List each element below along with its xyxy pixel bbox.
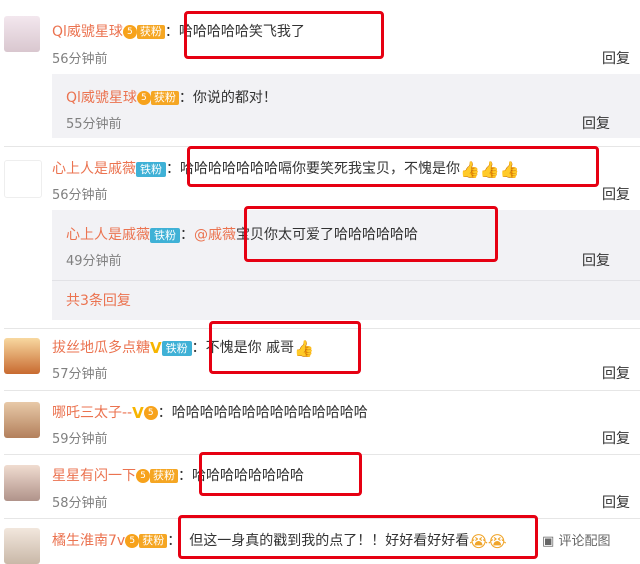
- username[interactable]: Ql威號星球: [52, 24, 123, 40]
- fan-badge: 获粉: [150, 469, 178, 483]
- highlight-box: [178, 515, 538, 559]
- reply-button[interactable]: 回复: [602, 428, 630, 448]
- highlight-box: [244, 206, 498, 262]
- iron-fan-badge: 铁粉: [136, 161, 166, 177]
- timestamp: 56分钟前: [52, 188, 108, 203]
- iron-fan-badge: 铁粉: [161, 340, 192, 356]
- timestamp: 49分钟前: [66, 254, 122, 269]
- fan-badge: 获粉: [150, 91, 179, 105]
- comment-text: 哈哈哈哈哈哈哈哈哈哈哈哈哈哈: [171, 405, 368, 421]
- username[interactable]: 心上人是戚薇: [52, 161, 136, 177]
- username[interactable]: 拔丝地瓜多点糖: [52, 340, 150, 356]
- colon: ：: [166, 161, 180, 177]
- username[interactable]: 心上人是戚薇: [66, 227, 150, 243]
- image-icon: ▣: [542, 534, 555, 549]
- reply-button[interactable]: 回复: [582, 113, 610, 133]
- iron-fan-badge: 铁粉: [150, 227, 180, 243]
- comment-line: Ql威號星球 5 获粉 ：你说的都对！: [66, 87, 277, 107]
- level-badge: 5: [125, 534, 140, 548]
- more-replies-link[interactable]: 共3条回复: [66, 290, 131, 310]
- highlight-box: [187, 146, 599, 187]
- divider: [4, 390, 640, 391]
- colon: ：: [178, 468, 192, 484]
- colon: ：: [157, 405, 172, 421]
- timestamp: 57分钟前: [52, 367, 108, 382]
- vip-icon: V: [132, 404, 144, 422]
- avatar[interactable]: [4, 465, 40, 501]
- highlight-box: [184, 11, 384, 59]
- colon: ：: [164, 24, 179, 40]
- reply-button[interactable]: 回复: [602, 363, 630, 383]
- level-badge: 5: [136, 469, 150, 483]
- username[interactable]: Ql威號星球: [66, 90, 137, 106]
- highlight-box: [209, 321, 361, 374]
- colon: ：: [191, 340, 206, 356]
- colon: ：: [180, 227, 194, 243]
- divider: [52, 280, 640, 281]
- timestamp: 59分钟前: [52, 432, 108, 447]
- colon: ：: [178, 90, 193, 106]
- timestamp: 55分钟前: [66, 117, 122, 132]
- comment-line: 哪吒三太子--V 5 ：哈哈哈哈哈哈哈哈哈哈哈哈哈哈: [52, 402, 368, 422]
- level-badge: 5: [122, 25, 137, 39]
- username[interactable]: 哪吒三太子--: [52, 405, 132, 421]
- mention-link[interactable]: @戚薇: [194, 227, 236, 243]
- avatar[interactable]: [4, 160, 42, 198]
- comment-text: 你说的都对！: [192, 90, 277, 106]
- reply-button[interactable]: 回复: [602, 492, 630, 512]
- reply-button[interactable]: 回复: [602, 48, 630, 68]
- level-badge: 5: [143, 406, 158, 420]
- timestamp: 58分钟前: [52, 496, 108, 511]
- avatar[interactable]: [4, 16, 40, 52]
- reply-box: Ql威號星球 5 获粉 ：你说的都对！ 55分钟前 回复: [52, 74, 640, 138]
- comment-image-link[interactable]: ▣ 评论配图: [542, 530, 610, 549]
- username[interactable]: 橘生淮南7v: [52, 533, 125, 549]
- fan-badge: 获粉: [136, 25, 165, 39]
- fan-badge: 获粉: [139, 534, 168, 548]
- avatar[interactable]: [4, 338, 40, 374]
- avatar[interactable]: [4, 402, 40, 438]
- reply-button[interactable]: 回复: [582, 250, 610, 270]
- level-badge: 5: [136, 91, 151, 105]
- reply-button[interactable]: 回复: [602, 184, 630, 204]
- highlight-box: [199, 452, 362, 496]
- username[interactable]: 星星有闪一下: [52, 468, 136, 484]
- vip-icon: V: [150, 339, 162, 357]
- timestamp: 56分钟前: [52, 52, 108, 67]
